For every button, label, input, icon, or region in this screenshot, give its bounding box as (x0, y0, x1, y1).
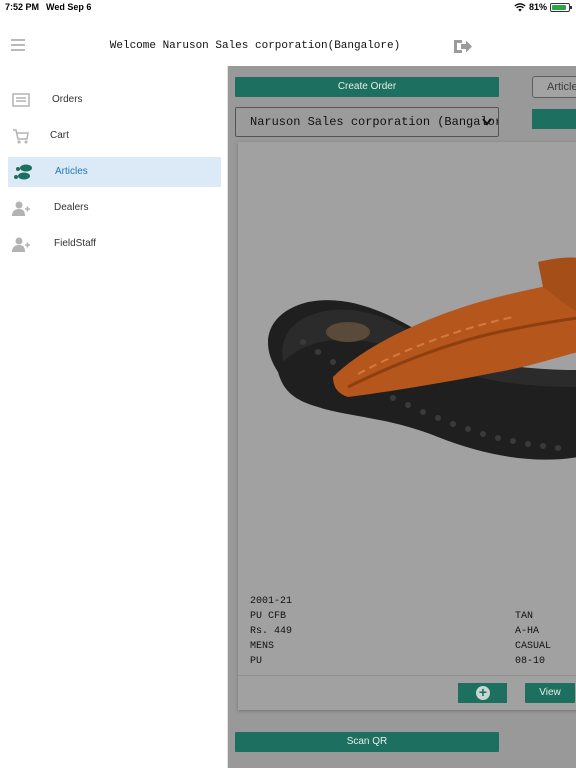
battery-percent: 81% (528, 2, 547, 12)
article-card[interactable]: 2001-21 PU CFB Rs. 449 MENS PU TAN A-HA … (238, 142, 576, 710)
product-material: PU CFB (250, 611, 287, 622)
status-right: 81% (514, 2, 572, 12)
product-image (268, 257, 576, 460)
sidebar-item-articles[interactable]: Articles (8, 157, 221, 187)
sidebar-item-label: FieldStaff (54, 238, 97, 249)
main-content-overlay: Create Order Naruson Sales corporation (… (228, 66, 576, 768)
dealer-select-value: Naruson Sales corporation (Bangalore) (250, 115, 499, 129)
scan-qr-button[interactable]: Scan QR (235, 732, 499, 752)
product-color: TAN (515, 611, 534, 622)
sidebar-item-label: Cart (50, 130, 69, 141)
sidebar-item-label: Articles (55, 166, 88, 177)
chevron-down-icon (482, 118, 492, 126)
product-code: 2001-21 (250, 596, 293, 607)
sidebar-item-dealers[interactable]: Dealers (8, 193, 221, 223)
status-bar: 7:52 PM Wed Sep 6 81% (0, 0, 576, 16)
sidebar-item-label: Dealers (54, 202, 89, 213)
add-user-icon (12, 237, 30, 252)
product-price: Rs. 449 (250, 626, 293, 637)
sidebar-item-fieldstaff[interactable]: FieldStaff (8, 229, 221, 259)
battery-icon (550, 2, 572, 12)
product-category: A-HA (515, 626, 540, 637)
page-title: Welcome Naruson Sales corporation(Bangal… (109, 40, 401, 52)
plus-circle-icon: + (476, 685, 490, 700)
navigation-drawer: Orders Cart Articles Dealers FieldStaff (0, 66, 228, 768)
product-info-right: TAN A-HA CASUAL 08-10 (515, 609, 551, 669)
footprints-icon (14, 164, 32, 180)
search-button[interactable] (532, 109, 576, 129)
sidebar-item-cart[interactable]: Cart (8, 121, 221, 151)
dealer-select[interactable]: Naruson Sales corporation (Bangalore) (235, 107, 499, 137)
add-user-icon (12, 201, 30, 216)
product-size-range: 08-10 (515, 656, 546, 667)
wifi-icon (514, 2, 526, 11)
product-gender: MENS (250, 641, 275, 652)
status-time: 7:52 PM (5, 2, 40, 12)
create-order-button[interactable]: Create Order (235, 77, 499, 97)
view-button[interactable]: View (525, 683, 575, 703)
card-divider (238, 675, 576, 676)
status-date: Wed Sep 6 (46, 2, 92, 12)
product-info-left: 2001-21 PU CFB Rs. 449 MENS PU (250, 594, 292, 669)
articles-tab[interactable]: Articles (532, 76, 576, 98)
sidebar-item-orders[interactable]: Orders (8, 85, 221, 115)
product-style: CASUAL (515, 641, 552, 652)
logout-icon[interactable] (453, 38, 473, 55)
app-header: Welcome Naruson Sales corporation(Bangal… (0, 16, 576, 66)
orders-list-icon (12, 93, 30, 107)
cart-icon (13, 129, 29, 144)
sidebar-item-label: Orders (52, 94, 83, 105)
product-sole: PU (250, 656, 263, 667)
add-to-cart-button[interactable]: + (458, 683, 507, 703)
